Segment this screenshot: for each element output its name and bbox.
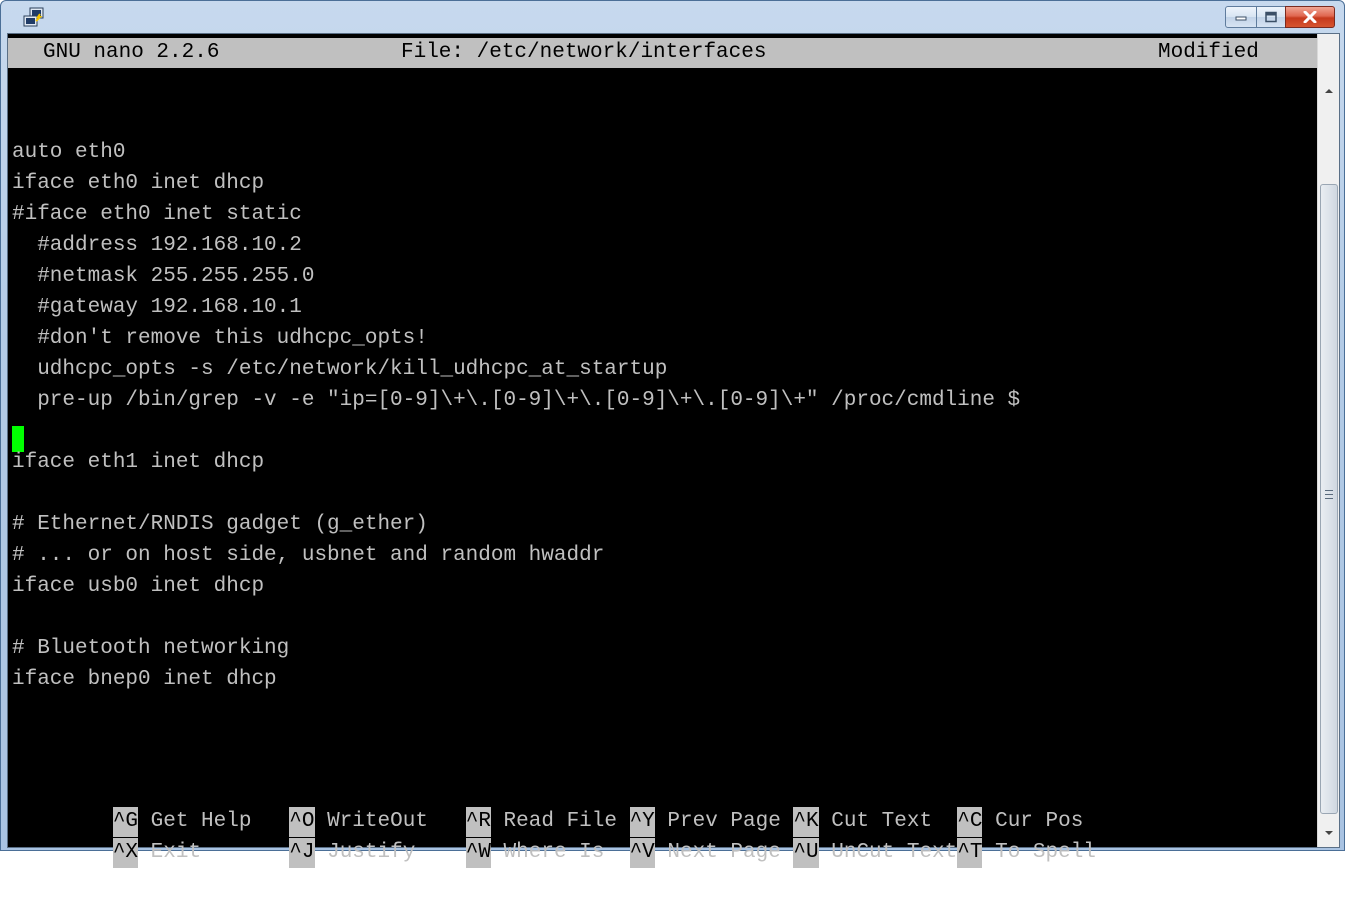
shortcut-label[interactable]: To Spell [982,841,1096,864]
maximize-button[interactable] [1256,6,1286,28]
scroll-thumb[interactable] [1320,184,1338,814]
scroll-down-icon[interactable] [1322,826,1336,840]
editor-line[interactable]: iface eth1 inet dhcp [12,448,264,478]
close-button[interactable] [1285,6,1335,28]
shortcut-key[interactable]: ^J [289,838,315,868]
shortcut-label[interactable]: UnCut Text [819,841,957,864]
shortcut-row-2: ^X Exit ^J Justify ^W Where Is ^V Next P… [12,808,1096,868]
close-icon [1303,11,1317,23]
editor-line[interactable]: # Bluetooth networking [12,634,289,664]
shortcut-label[interactable]: Next Page [655,841,794,864]
editor-line[interactable]: #address 192.168.10.2 [12,231,302,261]
file-name: File: /etc/network/interfaces [401,41,767,64]
minimize-icon [1235,16,1247,21]
editor-line[interactable]: udhcpc_opts -s /etc/network/kill_udhcpc_… [12,355,667,385]
shortcut-key[interactable]: ^U [793,838,819,868]
nano-version: GNU nano 2.2.6 [43,41,220,64]
grip-icon [1325,490,1333,499]
editor-line[interactable]: iface bnep0 inet dhcp [12,665,277,695]
scroll-up-icon[interactable] [1322,84,1336,98]
nano-header-bar: GNU nano 2.2.6 File: /etc/network/interf… [8,38,1317,68]
terminal-screen[interactable]: GNU nano 2.2.6 File: /etc/network/interf… [8,34,1317,868]
vertical-scrollbar[interactable] [1317,34,1339,847]
shortcut-label[interactable]: Justify [315,841,454,864]
editor-line[interactable]: #gateway 192.168.10.1 [12,293,302,323]
modified-status: Modified [1158,41,1259,64]
minimize-button[interactable] [1225,6,1257,28]
shortcut-key[interactable]: ^W [465,838,491,868]
shortcut-key[interactable]: ^V [629,838,655,868]
putty-icon[interactable] [23,7,45,29]
shortcut-label[interactable]: Exit [138,841,277,864]
maximize-icon [1265,11,1277,23]
editor-line[interactable]: #netmask 255.255.255.0 [12,262,314,292]
editor-line[interactable]: # Ethernet/RNDIS gadget (g_ether) [12,510,428,540]
editor-line[interactable]: #iface eth0 inet static [12,200,302,230]
editor-line[interactable]: pre-up /bin/grep -v -e "ip=[0-9]\+\.[0-9… [12,386,1020,416]
shortcut-key[interactable]: ^X [112,838,139,868]
shortcut-row-1: ^G Get Help ^O WriteOut ^R Read File ^Y … [12,777,1083,837]
putty-window: GNU nano 2.2.6 File: /etc/network/interf… [0,0,1345,868]
editor-line[interactable]: iface eth0 inet dhcp [12,169,264,199]
editor-line[interactable]: #don't remove this udhcpc_opts! [12,324,428,354]
editor-line[interactable]: auto eth0 [12,138,125,168]
shortcut-key[interactable]: ^T [957,838,983,868]
shortcut-label[interactable]: Where Is [491,841,630,864]
title-bar[interactable] [1,1,1344,33]
editor-line[interactable]: iface usb0 inet dhcp [12,572,264,602]
terminal-client-area: GNU nano 2.2.6 File: /etc/network/interf… [7,33,1340,868]
editor-line[interactable]: # ... or on host side, usbnet and random… [12,541,604,571]
